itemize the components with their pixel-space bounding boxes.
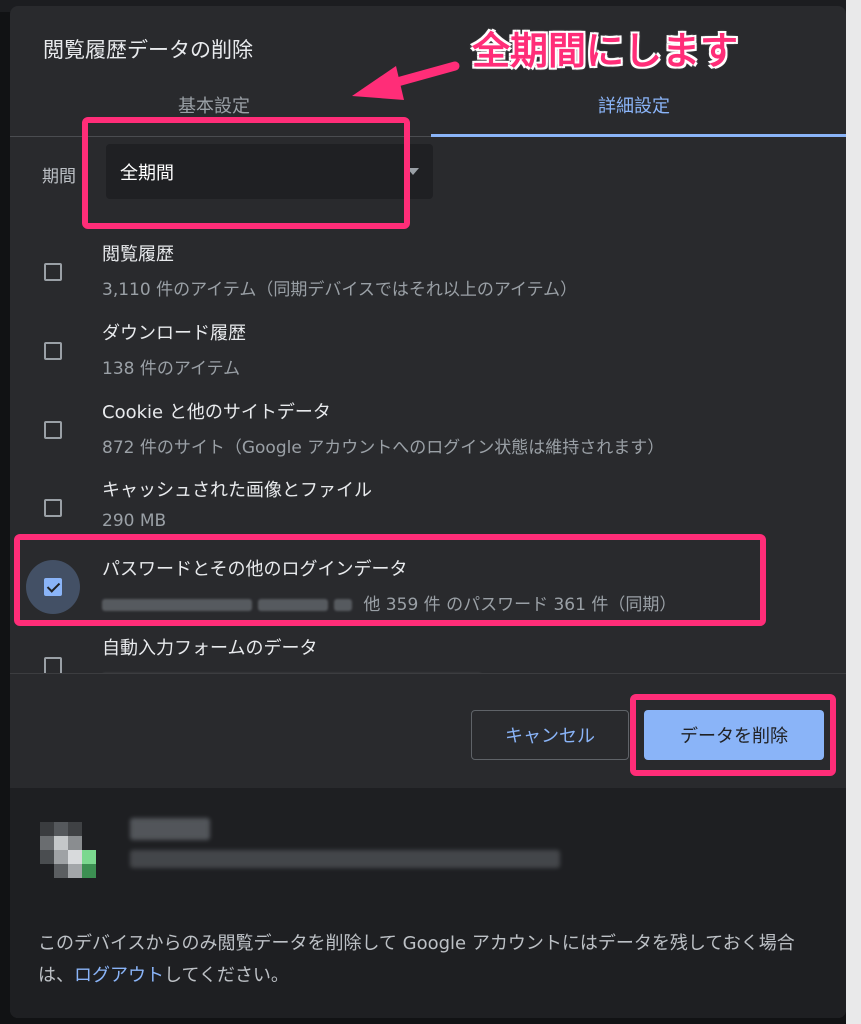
annotation-arrow-icon bbox=[352, 61, 460, 100]
annotation-label: 全期間にします bbox=[472, 29, 739, 73]
